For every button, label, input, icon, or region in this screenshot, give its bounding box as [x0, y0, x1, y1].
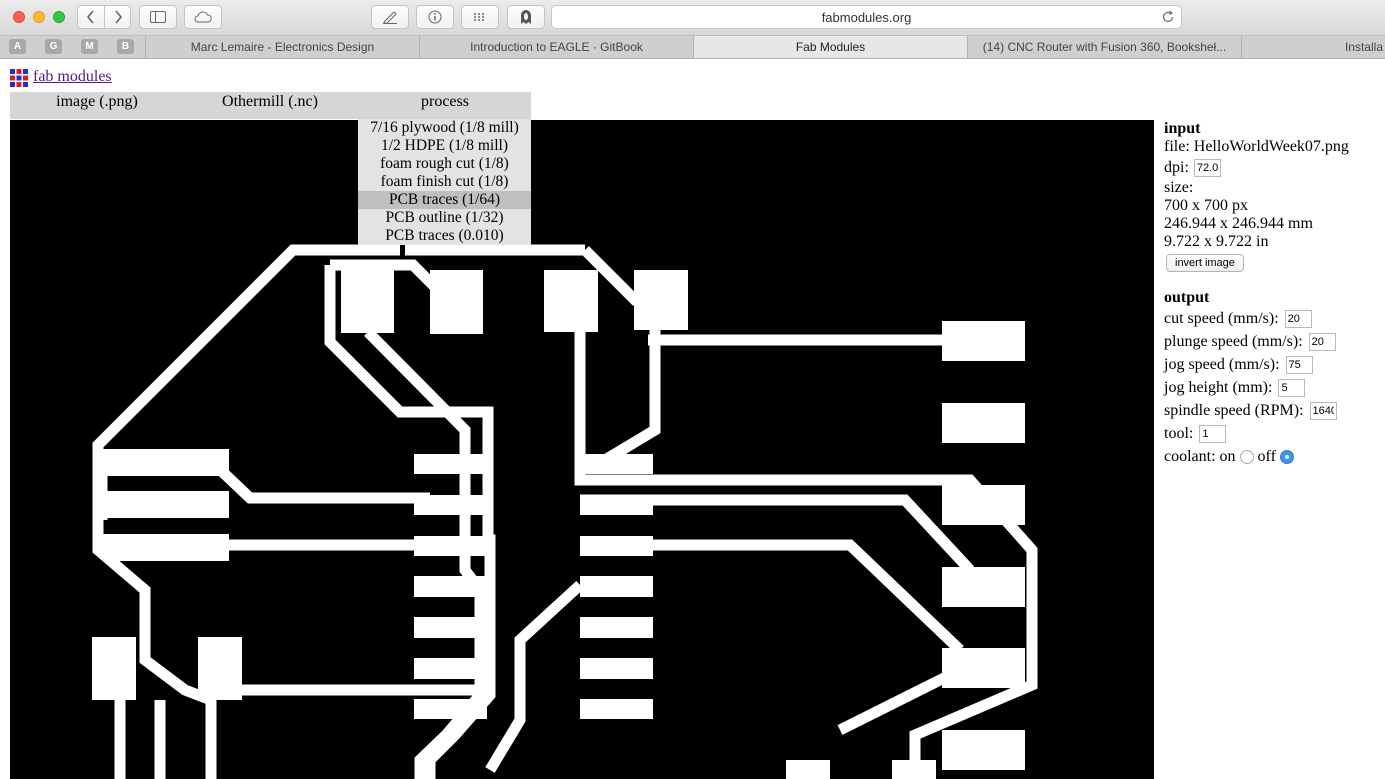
process-dropdown: 7/16 plywood (1/8 mill) 1/2 HDPE (1/8 mi…	[358, 119, 531, 245]
fab-logo-icon	[10, 69, 28, 87]
tab-bar: A G M B Marc Lemaire - Electronics Desig…	[0, 36, 1385, 59]
process-option[interactable]: foam finish cut (1/8)	[358, 173, 531, 191]
chevron-right-icon	[114, 10, 122, 24]
jog-speed-label: jog speed (mm/s):	[1164, 356, 1280, 373]
history-nav	[77, 5, 131, 29]
coolant-on-radio[interactable]	[1239, 449, 1254, 464]
tab-fab-modules[interactable]: Fab Modules	[693, 36, 967, 58]
size-in: 9.722 x 9.722 in	[1164, 233, 1269, 250]
input-heading: input	[1164, 120, 1201, 137]
pinned-tab-a[interactable]: A	[9, 39, 26, 54]
process-option[interactable]: PCB traces (0.010)	[358, 227, 531, 245]
tab-label: Fab Modules	[795, 40, 866, 54]
grid-apps-button[interactable]	[461, 5, 499, 29]
module-menu-bar: image (.png) Othermill (.nc) process	[10, 92, 531, 119]
forward-button[interactable]	[104, 5, 131, 29]
tab-installa[interactable]: Installa	[1241, 36, 1385, 58]
icloud-tabs-button[interactable]	[184, 5, 222, 29]
sidebar-icon	[150, 11, 166, 23]
back-button[interactable]	[77, 5, 104, 29]
pinned-tab-m[interactable]: M	[81, 39, 98, 54]
dpi-row: dpi:	[1164, 156, 1379, 179]
tab-intro-eagle[interactable]: Introduction to EAGLE · GitBook	[419, 36, 693, 58]
pinned-tab-b[interactable]: B	[117, 39, 134, 54]
tool-label: tool:	[1164, 425, 1194, 442]
spindle-speed-row: spindle speed (RPM):	[1164, 399, 1379, 422]
invert-image-button[interactable]: invert image	[1166, 254, 1244, 272]
jog-speed-row: jog speed (mm/s):	[1164, 353, 1379, 376]
tool-input[interactable]	[1199, 424, 1227, 443]
jog-speed-input[interactable]	[1285, 355, 1313, 374]
info-button[interactable]	[416, 5, 454, 29]
file-name: HelloWorldWeek07.png	[1193, 138, 1349, 155]
pinned-tab-g[interactable]: G	[45, 39, 62, 54]
cut-speed-row: cut speed (mm/s):	[1164, 307, 1379, 330]
jog-height-label: jog height (mm):	[1164, 379, 1273, 396]
sidebar-button[interactable]	[139, 5, 177, 29]
output-machine-menu[interactable]: Othermill (.nc)	[205, 92, 335, 112]
dpi-input[interactable]	[1193, 158, 1221, 177]
maximize-window-button[interactable]	[53, 11, 65, 23]
size-label: size:	[1164, 179, 1194, 196]
address-bar[interactable]: fabmodules.org	[551, 5, 1182, 29]
coolant-off-label: off	[1257, 448, 1276, 465]
coolant-off-radio[interactable]	[1279, 449, 1294, 464]
process-menu[interactable]: process	[395, 92, 495, 112]
file-row: file: HelloWorldWeek07.png	[1164, 138, 1379, 156]
jog-height-row: jog height (mm):	[1164, 376, 1379, 399]
coolant-row: coolant: on off	[1164, 445, 1379, 468]
spindle-speed-label: spindle speed (RPM):	[1164, 402, 1304, 419]
tab-label: (14) CNC Router with Fusion 360, Bookshe…	[982, 40, 1227, 54]
process-option[interactable]: PCB outline (1/32)	[358, 209, 531, 227]
process-option-highlighted[interactable]: PCB traces (1/64)	[358, 191, 531, 209]
url-text: fabmodules.org	[821, 9, 912, 25]
size-px: 700 x 700 px	[1164, 197, 1248, 214]
markup-button[interactable]	[371, 5, 409, 29]
reload-icon[interactable]	[1161, 10, 1175, 24]
size-mm: 246.944 x 246.944 mm	[1164, 215, 1313, 232]
fab-modules-link[interactable]: fab modules	[33, 68, 112, 86]
minimize-window-button[interactable]	[33, 11, 45, 23]
plunge-speed-input[interactable]	[1308, 332, 1336, 351]
ghostery-button[interactable]	[507, 5, 545, 29]
tab-label: Marc Lemaire - Electronics Design	[190, 40, 375, 54]
spindle-speed-input[interactable]	[1309, 401, 1337, 420]
info-icon	[428, 10, 442, 24]
output-heading: output	[1164, 289, 1210, 306]
file-label: file:	[1164, 138, 1190, 155]
process-option[interactable]: 7/16 plywood (1/8 mill)	[358, 119, 531, 137]
input-format-menu[interactable]: image (.png)	[42, 92, 152, 112]
tab-label: Installa	[1344, 40, 1383, 54]
tab-electronics-design[interactable]: Marc Lemaire - Electronics Design	[145, 36, 419, 58]
grid-icon	[474, 13, 484, 21]
ghost-icon	[521, 10, 531, 24]
cut-speed-label: cut speed (mm/s):	[1164, 310, 1279, 327]
tab-cnc-router[interactable]: (14) CNC Router with Fusion 360, Bookshe…	[967, 36, 1241, 58]
coolant-label: coolant: on	[1164, 448, 1236, 465]
pcb-traces-image	[92, 244, 1038, 779]
cloud-icon	[194, 11, 212, 23]
pcb-image-preview	[10, 120, 1154, 779]
plunge-speed-label: plunge speed (mm/s):	[1164, 333, 1303, 350]
dpi-label: dpi:	[1164, 159, 1189, 176]
jog-height-input[interactable]	[1278, 378, 1306, 397]
close-window-button[interactable]	[13, 11, 25, 23]
settings-panel: input file: HelloWorldWeek07.png dpi: si…	[1164, 120, 1379, 468]
tab-label: Introduction to EAGLE · GitBook	[470, 40, 643, 54]
pen-icon	[383, 11, 397, 24]
plunge-speed-row: plunge speed (mm/s):	[1164, 330, 1379, 353]
browser-toolbar: fabmodules.org	[0, 0, 1385, 36]
tool-row: tool:	[1164, 422, 1379, 445]
process-option[interactable]: foam rough cut (1/8)	[358, 155, 531, 173]
cut-speed-input[interactable]	[1284, 309, 1312, 328]
chevron-left-icon	[86, 10, 94, 24]
process-option[interactable]: 1/2 HDPE (1/8 mill)	[358, 137, 531, 155]
